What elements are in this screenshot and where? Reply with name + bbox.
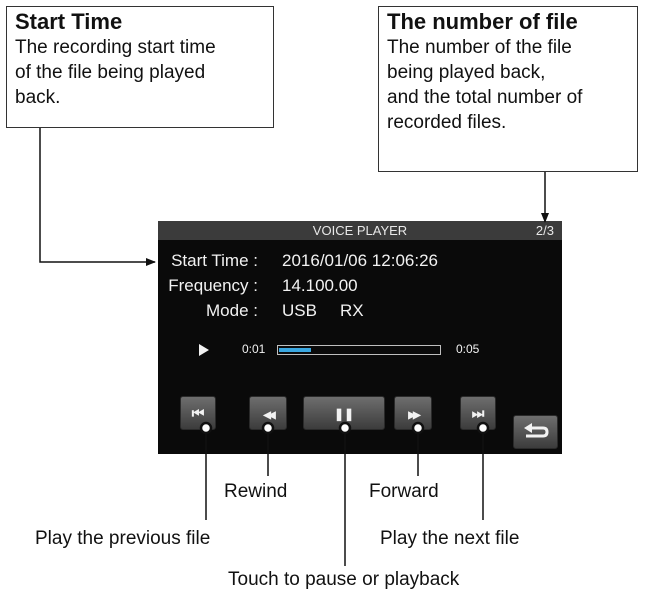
next-file-marker — [476, 421, 490, 435]
pause-marker — [338, 421, 352, 435]
rewind-marker — [261, 421, 275, 435]
next-file-label: Play the next file — [380, 528, 520, 549]
pause-label: Touch to pause or playback — [228, 569, 460, 590]
previous-file-label: Play the previous file — [35, 528, 211, 549]
forward-label: Forward — [369, 481, 439, 502]
rewind-label: Rewind — [224, 481, 288, 502]
start-time-leader — [39, 128, 156, 266]
previous-file-marker — [199, 421, 213, 435]
forward-marker — [411, 421, 425, 435]
leader-lines — [39, 128, 549, 566]
